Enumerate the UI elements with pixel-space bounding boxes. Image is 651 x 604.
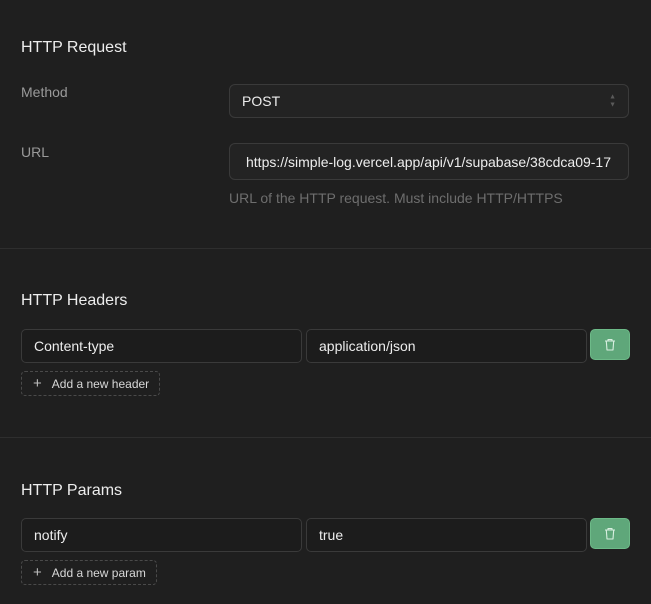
- header-value-input[interactable]: application/json: [306, 329, 587, 363]
- trash-icon: [605, 339, 615, 351]
- add-param-button[interactable]: + Add a new param: [21, 560, 157, 585]
- add-param-label: Add a new param: [51, 565, 146, 580]
- url-help-text: URL of the HTTP request. Must include HT…: [229, 190, 563, 206]
- http-request-title: HTTP Request: [21, 39, 127, 56]
- delete-header-button[interactable]: [590, 329, 630, 360]
- http-headers-title: HTTP Headers: [21, 292, 128, 309]
- url-label: URL: [21, 144, 50, 160]
- http-params-title: HTTP Params: [21, 482, 123, 499]
- param-value-input[interactable]: true: [306, 518, 587, 552]
- trash-icon: [605, 528, 615, 540]
- method-select[interactable]: POST ▲ ▼: [229, 84, 629, 118]
- plus-icon: +: [33, 375, 42, 392]
- url-value: https://simple-log.vercel.app/api/v1/sup…: [246, 153, 611, 170]
- url-input[interactable]: https://simple-log.vercel.app/api/v1/sup…: [229, 143, 629, 180]
- delete-param-button[interactable]: [590, 518, 630, 549]
- add-header-button[interactable]: + Add a new header: [21, 371, 161, 396]
- header-key-input[interactable]: Content-type: [21, 329, 302, 363]
- param-key-input[interactable]: notify: [21, 518, 302, 552]
- chevron-updown-icon: ▲ ▼: [609, 93, 616, 109]
- add-header-label: Add a new header: [51, 376, 150, 391]
- plus-icon: +: [33, 564, 42, 581]
- section-divider: [0, 437, 651, 438]
- section-divider: [0, 248, 651, 249]
- method-label: Method: [21, 84, 68, 100]
- method-value: POST: [242, 93, 281, 109]
